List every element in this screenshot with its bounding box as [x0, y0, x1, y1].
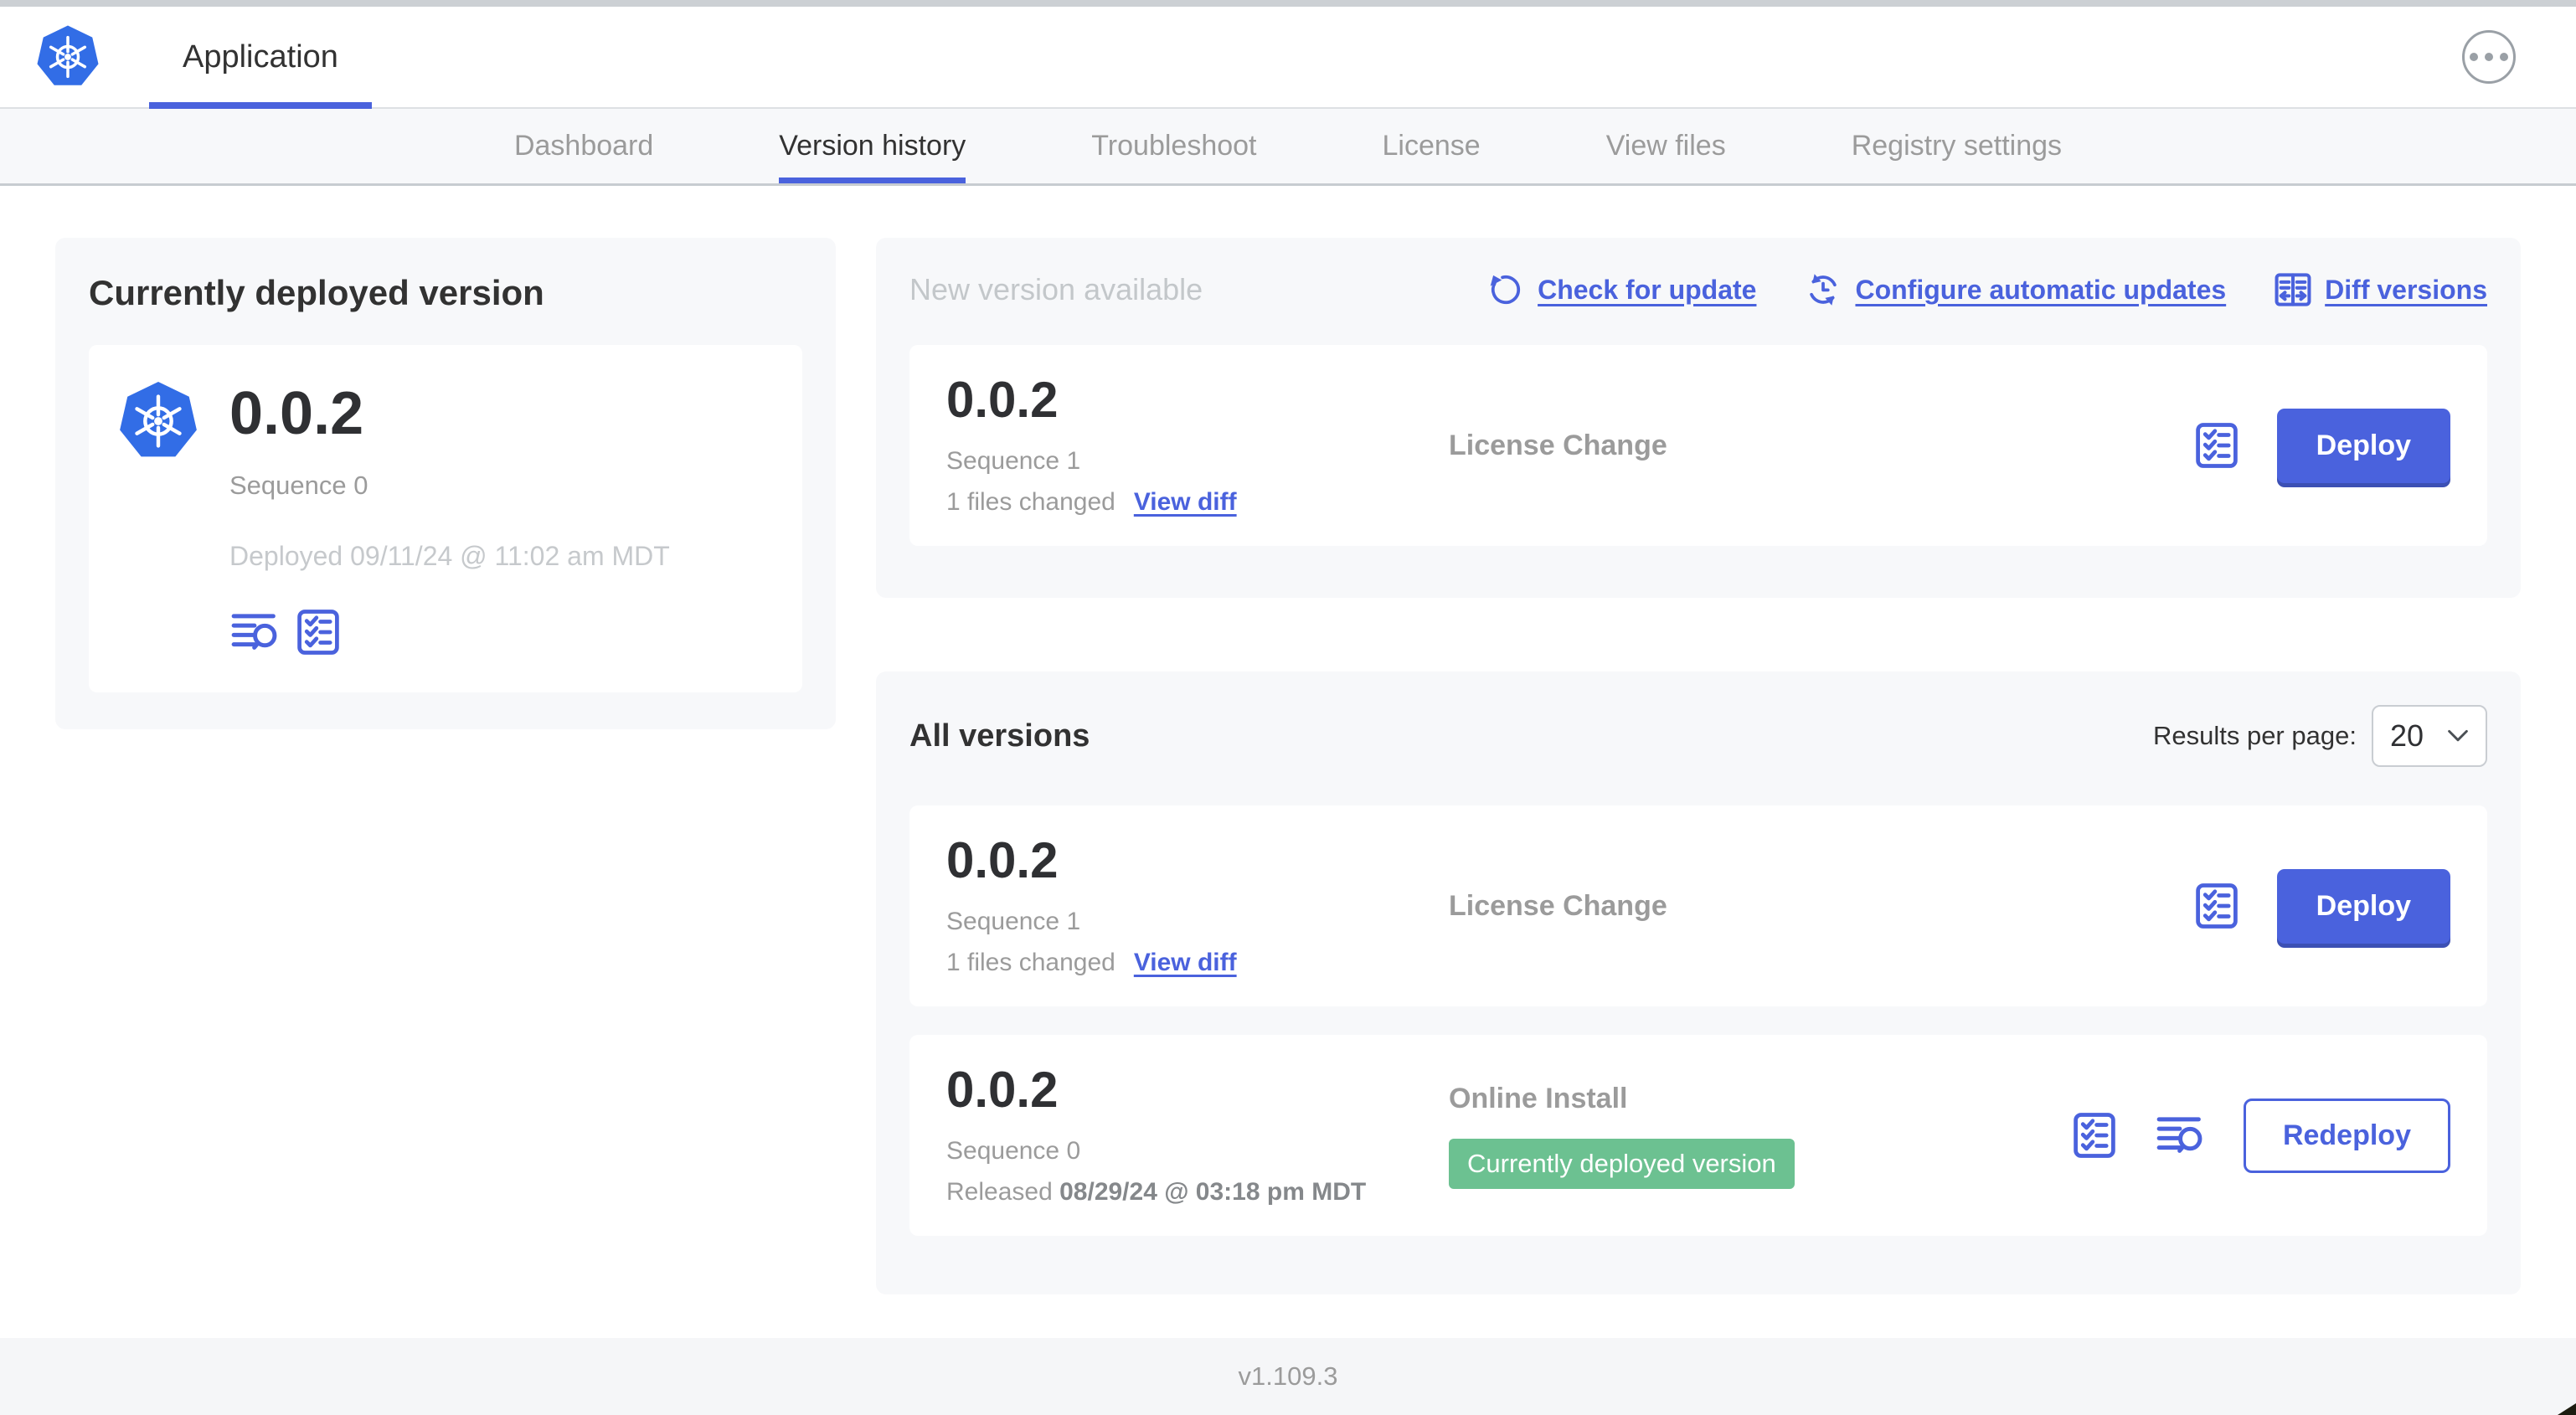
version-sequence: Sequence 1: [946, 446, 1081, 475]
deploy-button[interactable]: Deploy: [2276, 868, 2450, 944]
view-diff-link[interactable]: View diff: [1134, 949, 1237, 977]
results-per-page: Results per page: 20: [2153, 705, 2487, 767]
tab-dashboard[interactable]: Dashboard: [514, 109, 653, 183]
preflight-checklist-icon[interactable]: [2071, 1112, 2118, 1159]
clock-refresh-icon: [1805, 271, 1842, 308]
version-row: 0.0.2 Sequence 0 Released 08/29/24 @ 03:…: [909, 1035, 2487, 1236]
all-versions-panel: All versions Results per page: 20 0.0.2 …: [876, 671, 2521, 1294]
configure-automatic-updates-link[interactable]: Configure automatic updates: [1805, 271, 2226, 308]
files-changed-text: 1 files changed: [946, 948, 1115, 976]
results-per-page-label: Results per page:: [2152, 721, 2357, 750]
app-tab-label: Application: [183, 39, 338, 75]
results-per-page-value: 20: [2389, 718, 2424, 753]
overflow-menu-button[interactable]: [2462, 30, 2516, 84]
view-diff-link[interactable]: View diff: [1134, 488, 1237, 517]
currently-deployed-title: Currently deployed version: [89, 273, 544, 312]
deployed-card-actions: [229, 609, 670, 656]
mouse-cursor: [2558, 1403, 2576, 1415]
app-manager-version: v1.109.3: [1238, 1361, 1338, 1391]
version-source: License Change: [1449, 429, 1667, 461]
deployed-timestamp: Deployed 09/11/24 @ 11:02 am MDT: [229, 541, 670, 571]
app-subnav: Dashboard Version history Troubleshoot L…: [0, 109, 2576, 186]
ellipsis-dot: [2470, 53, 2478, 61]
tab-version-history[interactable]: Version history: [779, 109, 966, 183]
window-top-edge: [0, 0, 2576, 7]
new-version-row: 0.0.2 Sequence 1 1 files changed View di…: [909, 345, 2487, 546]
all-versions-header: All versions Results per page: 20: [909, 705, 2487, 767]
redeploy-button[interactable]: Redeploy: [2243, 1098, 2450, 1173]
deployed-version-number: 0.0.2: [229, 380, 364, 447]
diff-versions-label: Diff versions: [2325, 274, 2487, 305]
tab-registry-settings[interactable]: Registry settings: [1852, 109, 2062, 183]
version-info: 0.0.2 Sequence 1 1 files changed View di…: [946, 371, 1449, 517]
new-version-header: New version available Check for update C…: [909, 271, 2487, 308]
results-per-page-select[interactable]: 20: [2371, 705, 2487, 767]
version-row: 0.0.2 Sequence 1 1 files changed View di…: [909, 805, 2487, 1006]
logs-icon[interactable]: [2155, 1113, 2207, 1158]
version-number: 0.0.2: [946, 831, 1059, 888]
version-row-actions: Deploy: [2193, 408, 2450, 483]
files-changed-row: 1 files changed View diff: [946, 949, 1449, 977]
diff-icon: [2275, 271, 2311, 308]
version-info: 0.0.2 Sequence 1 1 files changed View di…: [946, 831, 1449, 977]
kubernetes-logo-icon: [35, 24, 100, 90]
ellipsis-dot: [2485, 53, 2493, 61]
all-versions-title: All versions: [909, 718, 1090, 754]
version-row-actions: Deploy: [2193, 868, 2450, 944]
footer: v1.109.3: [0, 1338, 2576, 1415]
app-tab-application[interactable]: Application: [149, 7, 372, 109]
version-info: 0.0.2 Sequence 0 Released 08/29/24 @ 03:…: [946, 1061, 1449, 1207]
version-sequence: Sequence 0: [946, 1136, 1081, 1165]
deploy-button[interactable]: Deploy: [2276, 408, 2450, 483]
files-changed-text: 1 files changed: [946, 487, 1115, 516]
version-sequence: Sequence 1: [946, 907, 1081, 935]
configure-automatic-updates-label: Configure automatic updates: [1855, 274, 2227, 305]
ellipsis-dot: [2500, 53, 2508, 61]
app-header: Application: [0, 7, 2576, 109]
deployed-info: 0.0.2 Sequence 0 Deployed 09/11/24 @ 11:…: [229, 375, 670, 656]
version-row-actions: Redeploy: [2071, 1098, 2450, 1173]
version-number: 0.0.2: [946, 371, 1059, 428]
tab-view-files[interactable]: View files: [1606, 109, 1726, 183]
version-source: License Change: [1449, 889, 1667, 922]
currently-deployed-card: 0.0.2 Sequence 0 Deployed 09/11/24 @ 11:…: [89, 345, 802, 692]
check-for-update-link[interactable]: Check for update: [1487, 271, 1756, 308]
refresh-icon: [1487, 271, 1524, 308]
currently-deployed-badge: Currently deployed version: [1449, 1138, 1795, 1189]
version-actions: Check for update Configure automatic upd…: [1487, 271, 2487, 308]
check-for-update-label: Check for update: [1538, 274, 1757, 305]
diff-versions-link[interactable]: Diff versions: [2275, 271, 2487, 308]
version-source-column: License Change: [1449, 430, 2193, 462]
preflight-checklist-icon[interactable]: [295, 609, 342, 656]
main-content: Currently deployed version 0.0.2 Sequenc…: [0, 186, 2576, 1338]
right-column: New version available Check for update C…: [876, 238, 2521, 1338]
new-version-title: New version available: [909, 272, 1203, 306]
tab-license[interactable]: License: [1383, 109, 1481, 183]
new-version-panel: New version available Check for update C…: [876, 238, 2521, 598]
released-label: Released: [946, 1177, 1053, 1206]
released-timestamp: Released 08/29/24 @ 03:18 pm MDT: [946, 1178, 1449, 1207]
chevron-down-icon: [2447, 729, 2469, 743]
files-changed-row: 1 files changed View diff: [946, 488, 1449, 517]
logs-icon[interactable]: [229, 610, 281, 655]
kubernetes-app-icon: [117, 380, 199, 462]
version-source-column: License Change: [1449, 890, 2193, 923]
preflight-checklist-icon[interactable]: [2193, 422, 2240, 469]
version-source: Online Install: [1449, 1082, 1628, 1114]
currently-deployed-panel: Currently deployed version 0.0.2 Sequenc…: [55, 238, 836, 729]
tab-troubleshoot[interactable]: Troubleshoot: [1091, 109, 1256, 183]
version-source-column: Online Install Currently deployed versio…: [1449, 1083, 2071, 1189]
version-number: 0.0.2: [946, 1061, 1059, 1118]
preflight-checklist-icon[interactable]: [2193, 882, 2240, 929]
deployed-sequence: Sequence 0: [229, 471, 368, 500]
released-date: 08/29/24 @ 03:18 pm MDT: [1059, 1177, 1367, 1206]
